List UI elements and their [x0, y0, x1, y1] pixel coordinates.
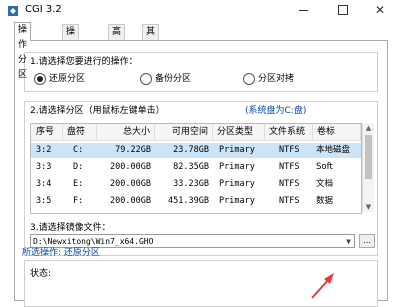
radio-icon	[243, 73, 255, 85]
column-header[interactable]: 可用空间	[155, 124, 213, 141]
minimize-button[interactable]	[283, 0, 323, 20]
column-header[interactable]: 分区类型	[213, 124, 265, 141]
radio-backup-label: 备份分区	[155, 74, 192, 84]
cell-total: 200.00GB	[110, 162, 151, 172]
table-row[interactable]: 3:5 F: 200.00GB 451.39GB Primary NTFS 数据	[31, 194, 361, 209]
cell-type: Primary	[219, 179, 255, 189]
column-header[interactable]: 总大小	[97, 124, 155, 141]
operation-group: 1.请选择您要进行的操作： 还原分区 备份分区 分区对拷	[24, 52, 378, 92]
operation-title: 1.请选择您要进行的操作：	[30, 54, 140, 67]
maximize-icon	[338, 5, 348, 15]
cell-drive: F:	[73, 196, 84, 206]
cell-free: 23.78GB	[173, 145, 209, 155]
cell-drive: D:	[73, 162, 84, 172]
cell-type: Primary	[219, 196, 255, 206]
maximize-button[interactable]	[322, 0, 362, 20]
cell-fs: NTFS	[279, 145, 300, 155]
radio-selected-icon	[34, 73, 46, 85]
close-button[interactable]: ✕	[360, 0, 400, 20]
radio-copy-label: 分区对拷	[258, 74, 295, 84]
column-header[interactable]: 盘符	[63, 124, 97, 141]
radio-icon	[140, 73, 152, 85]
column-header[interactable]: 卷标	[313, 124, 361, 141]
cell-total: 79.22GB	[115, 145, 151, 155]
tab-partition[interactable]: 操作分区	[14, 22, 32, 80]
cell-drive: E:	[73, 179, 84, 189]
cell-free: 82.35GB	[173, 162, 209, 172]
system-disk-note: (系统盘为C:盘)	[245, 106, 307, 116]
window-title: CGI 3.2	[25, 4, 62, 15]
minimize-icon	[299, 10, 308, 11]
tab-other[interactable]: 其 它	[142, 24, 160, 52]
partition-group: 2.请选择分区（用鼠标左键单击） (系统盘为C:盘) 序号 盘符 总大小 可用空…	[24, 101, 378, 220]
table-row[interactable]: 3:3 D: 200.00GB 82.35GB Primary NTFS Sof…	[31, 160, 361, 175]
cell-index: 3:3	[36, 162, 52, 172]
radio-restore-label: 还原分区	[49, 74, 86, 84]
red-arrow-icon	[311, 273, 334, 299]
cell-index: 3:5	[36, 196, 52, 206]
cell-fs: NTFS	[279, 196, 300, 206]
partition-table: 序号 盘符 总大小 可用空间 分区类型 文件系统 卷标 3:2 C: 79.22…	[30, 123, 362, 214]
close-icon: ✕	[374, 3, 386, 17]
table-row[interactable]: 3:2 C: 79.22GB 23.78GB Primary NTFS 本地磁盘	[31, 143, 361, 158]
column-header[interactable]: 文件系统	[265, 124, 313, 141]
chevron-down-icon[interactable]: ▼	[346, 235, 351, 249]
cell-free: 33.23GB	[173, 179, 209, 189]
scroll-thumb[interactable]	[365, 135, 372, 179]
cell-label: 数据	[316, 196, 334, 206]
tab-advanced[interactable]: 高 级	[108, 24, 126, 52]
cell-total: 200.00GB	[110, 196, 151, 206]
table-row[interactable]: 3:4 E: 200.00GB 33.23GB Primary NTFS 文档	[31, 177, 361, 192]
scroll-down-icon[interactable]: ▼	[363, 202, 374, 212]
cell-free: 451.39GB	[168, 196, 209, 206]
cell-fs: NTFS	[279, 162, 300, 172]
column-header[interactable]: 序号	[31, 124, 63, 141]
cell-fs: NTFS	[279, 179, 300, 189]
cell-total: 200.00GB	[110, 179, 151, 189]
scroll-up-icon[interactable]: ▲	[363, 123, 374, 133]
cell-index: 3:4	[36, 179, 52, 189]
cell-index: 3:2	[36, 145, 52, 155]
cell-type: Primary	[219, 162, 255, 172]
app-icon	[8, 6, 18, 16]
cell-label: 文档	[316, 179, 334, 189]
cell-drive: C:	[73, 145, 84, 155]
table-scrollbar[interactable]: ▲ ▼	[362, 123, 374, 212]
browse-button[interactable]: ...	[359, 234, 375, 248]
title-bar: CGI 3.2 ✕	[0, 0, 400, 22]
status-title: 状态:	[30, 266, 54, 279]
cell-type: Primary	[219, 145, 255, 155]
cell-label: Soft	[316, 162, 333, 172]
partition-panel: 1.请选择您要进行的操作： 还原分区 备份分区 分区对拷 2.请选择分区（用鼠标…	[14, 40, 388, 307]
tab-disk[interactable]: 操作硬盘	[62, 24, 80, 82]
status-text: 所选操作: 还原分区	[22, 248, 100, 258]
image-title: 3.请选择镜像文件：	[30, 220, 113, 233]
cell-label: 本地磁盘	[316, 145, 351, 155]
partition-title: 2.请选择分区（用鼠标左键单击）	[30, 103, 167, 116]
